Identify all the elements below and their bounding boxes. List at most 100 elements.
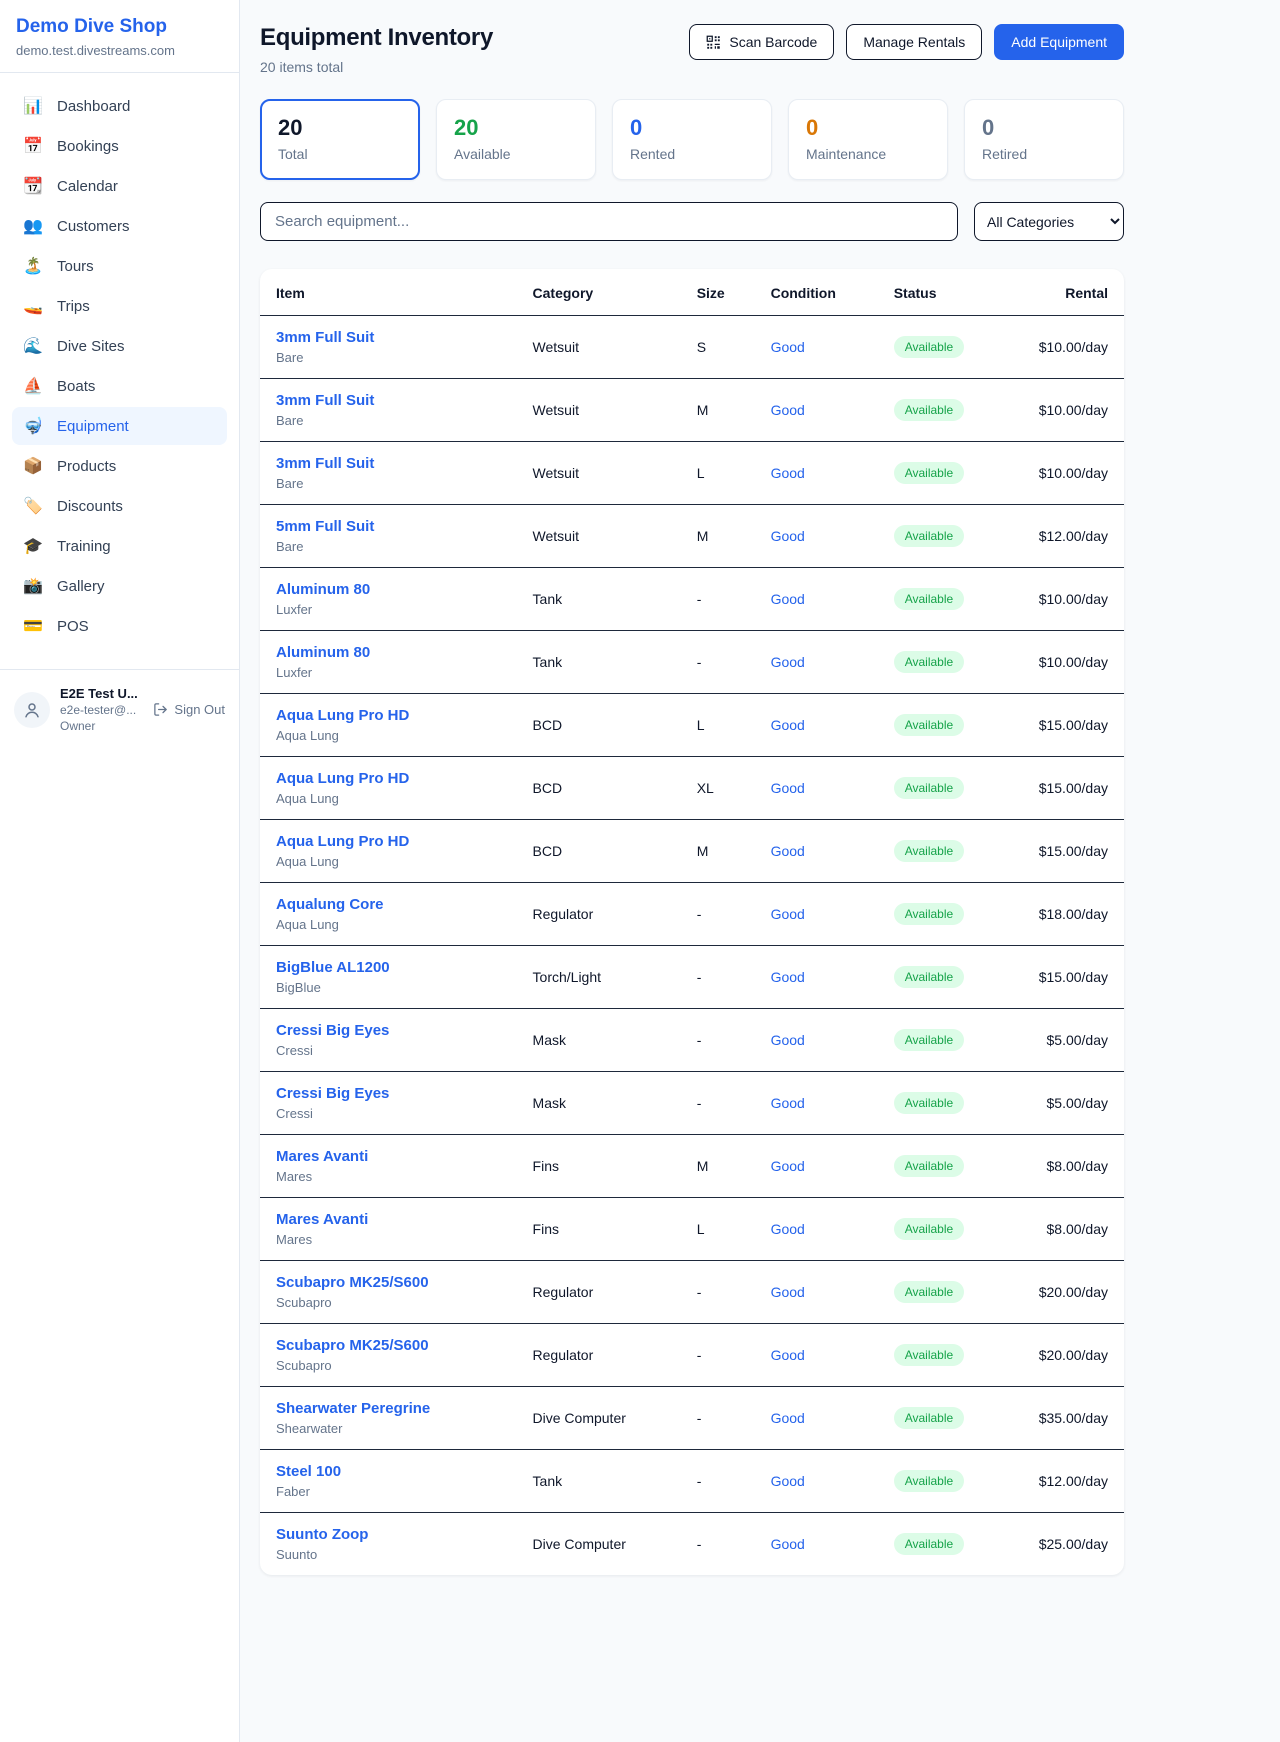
- item-name-link[interactable]: Mares Avanti: [276, 1211, 501, 1228]
- stat-label: Retired: [982, 146, 1106, 162]
- item-name-link[interactable]: Aluminum 80: [276, 581, 501, 598]
- manage-rentals-label: Manage Rentals: [863, 34, 965, 50]
- condition-link[interactable]: Good: [771, 780, 805, 796]
- status-badge: Available: [894, 1218, 964, 1240]
- nav-item-label: Dashboard: [57, 98, 130, 115]
- status-cell: Available: [878, 568, 1011, 631]
- column-header-item: Item: [260, 269, 517, 316]
- status-badge: Available: [894, 1281, 964, 1303]
- condition-cell: Good: [755, 1135, 878, 1198]
- sidebar-item[interactable]: 🎓 Training: [12, 527, 227, 565]
- sidebar-item[interactable]: 🏷️ Discounts: [12, 487, 227, 525]
- size-cell: M: [681, 379, 755, 442]
- item-name-link[interactable]: Cressi Big Eyes: [276, 1022, 501, 1039]
- sidebar-item[interactable]: 👥 Customers: [12, 207, 227, 245]
- item-name-link[interactable]: 3mm Full Suit: [276, 455, 501, 472]
- rental-cell: $12.00/day: [1011, 505, 1124, 568]
- manage-rentals-button[interactable]: Manage Rentals: [846, 24, 982, 60]
- condition-link[interactable]: Good: [771, 465, 805, 481]
- nav-item-icon: 👥: [22, 216, 44, 236]
- barcode-icon: [706, 35, 721, 50]
- status-cell: Available: [878, 1198, 1011, 1261]
- condition-link[interactable]: Good: [771, 339, 805, 355]
- condition-link[interactable]: Good: [771, 1347, 805, 1363]
- condition-link[interactable]: Good: [771, 1095, 805, 1111]
- condition-link[interactable]: Good: [771, 969, 805, 985]
- size-cell: S: [681, 316, 755, 379]
- condition-link[interactable]: Good: [771, 1032, 805, 1048]
- condition-link[interactable]: Good: [771, 906, 805, 922]
- table-row: Shearwater Peregrine Shearwater Dive Com…: [260, 1387, 1124, 1450]
- condition-link[interactable]: Good: [771, 717, 805, 733]
- table-row: Aluminum 80 Luxfer Tank - Good Available: [260, 631, 1124, 694]
- condition-link[interactable]: Good: [771, 1410, 805, 1426]
- item-name-link[interactable]: Aqua Lung Pro HD: [276, 770, 501, 787]
- item-name-link[interactable]: Shearwater Peregrine: [276, 1400, 501, 1417]
- item-cell: Aqua Lung Pro HD Aqua Lung: [260, 694, 517, 757]
- rental-cell: $10.00/day: [1011, 442, 1124, 505]
- rental-cell: $10.00/day: [1011, 631, 1124, 694]
- stat-card[interactable]: 0 Retired: [964, 99, 1124, 180]
- sidebar-item[interactable]: 🌊 Dive Sites: [12, 327, 227, 365]
- condition-link[interactable]: Good: [771, 402, 805, 418]
- item-name-link[interactable]: Steel 100: [276, 1463, 501, 1480]
- condition-link[interactable]: Good: [771, 1158, 805, 1174]
- condition-link[interactable]: Good: [771, 528, 805, 544]
- item-name-link[interactable]: Aqualung Core: [276, 896, 501, 913]
- stat-label: Total: [278, 146, 402, 162]
- sign-out-button[interactable]: Sign Out: [153, 702, 225, 717]
- item-name-link[interactable]: 3mm Full Suit: [276, 329, 501, 346]
- item-name-link[interactable]: 5mm Full Suit: [276, 518, 501, 535]
- item-name-link[interactable]: Cressi Big Eyes: [276, 1085, 501, 1102]
- condition-link[interactable]: Good: [771, 1221, 805, 1237]
- sidebar-item[interactable]: 🚤 Trips: [12, 287, 227, 325]
- item-cell: 3mm Full Suit Bare: [260, 316, 517, 379]
- add-equipment-button[interactable]: Add Equipment: [994, 24, 1124, 60]
- condition-link[interactable]: Good: [771, 1536, 805, 1552]
- item-name-link[interactable]: Suunto Zoop: [276, 1526, 501, 1543]
- rental-cell: $10.00/day: [1011, 316, 1124, 379]
- search-input[interactable]: [260, 202, 958, 241]
- stat-card[interactable]: 20 Available: [436, 99, 596, 180]
- sign-out-label: Sign Out: [174, 702, 225, 717]
- category-cell: Wetsuit: [517, 316, 681, 379]
- status-badge: Available: [894, 777, 964, 799]
- item-cell: Mares Avanti Mares: [260, 1198, 517, 1261]
- status-badge: Available: [894, 525, 964, 547]
- sidebar-item[interactable]: 🏝️ Tours: [12, 247, 227, 285]
- condition-link[interactable]: Good: [771, 591, 805, 607]
- sidebar-item[interactable]: 🤿 Equipment: [12, 407, 227, 445]
- sidebar-item[interactable]: ⛵ Boats: [12, 367, 227, 405]
- stat-value: 0: [982, 115, 1106, 141]
- item-name-link[interactable]: Aluminum 80: [276, 644, 501, 661]
- stat-card[interactable]: 20 Total: [260, 99, 420, 180]
- stat-card[interactable]: 0 Rented: [612, 99, 772, 180]
- condition-link[interactable]: Good: [771, 1284, 805, 1300]
- status-cell: Available: [878, 316, 1011, 379]
- condition-link[interactable]: Good: [771, 843, 805, 859]
- status-cell: Available: [878, 1261, 1011, 1324]
- condition-link[interactable]: Good: [771, 1473, 805, 1489]
- brand-title[interactable]: Demo Dive Shop: [16, 16, 223, 38]
- status-badge: Available: [894, 1533, 964, 1555]
- condition-link[interactable]: Good: [771, 654, 805, 670]
- sidebar-item[interactable]: 📆 Calendar: [12, 167, 227, 205]
- table-row: Suunto Zoop Suunto Dive Computer - Good …: [260, 1513, 1124, 1576]
- sidebar-item[interactable]: 📦 Products: [12, 447, 227, 485]
- sidebar-item[interactable]: 💳 POS: [12, 607, 227, 645]
- sidebar-item[interactable]: 📸 Gallery: [12, 567, 227, 605]
- item-name-link[interactable]: Scubapro MK25/S600: [276, 1337, 501, 1354]
- scan-barcode-button[interactable]: Scan Barcode: [689, 24, 834, 60]
- item-name-link[interactable]: Mares Avanti: [276, 1148, 501, 1165]
- sidebar-item[interactable]: 📊 Dashboard: [12, 87, 227, 125]
- item-name-link[interactable]: BigBlue AL1200: [276, 959, 501, 976]
- table-row: Scubapro MK25/S600 Scubapro Regulator - …: [260, 1261, 1124, 1324]
- category-select[interactable]: All Categories: [974, 202, 1124, 241]
- stat-card[interactable]: 0 Maintenance: [788, 99, 948, 180]
- table-row: Aqua Lung Pro HD Aqua Lung BCD M Good Av…: [260, 820, 1124, 883]
- item-name-link[interactable]: 3mm Full Suit: [276, 392, 501, 409]
- item-name-link[interactable]: Scubapro MK25/S600: [276, 1274, 501, 1291]
- item-name-link[interactable]: Aqua Lung Pro HD: [276, 707, 501, 724]
- item-name-link[interactable]: Aqua Lung Pro HD: [276, 833, 501, 850]
- sidebar-item[interactable]: 📅 Bookings: [12, 127, 227, 165]
